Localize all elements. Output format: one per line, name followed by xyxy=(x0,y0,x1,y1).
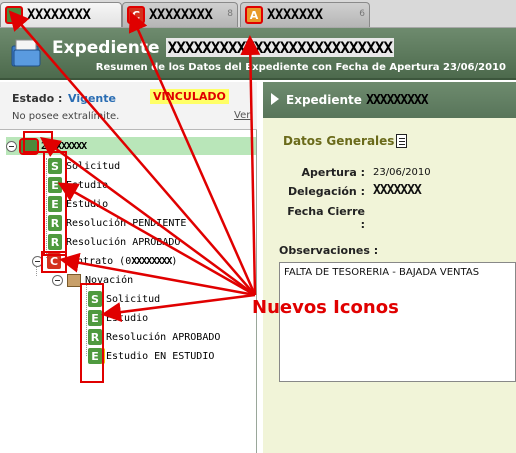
solicitud-s-icon: S xyxy=(88,291,102,307)
detail-title-label: Expediente xyxy=(286,93,362,107)
tree-root-label: 2XXXXXXXX xyxy=(41,140,87,152)
tree-item-label: Estudio xyxy=(66,198,109,210)
vinculado-badge: VINCULADO xyxy=(150,89,229,104)
annotation-label: Nuevos Iconos xyxy=(252,297,399,318)
tab-label: XXXXXXX xyxy=(267,7,323,23)
observaciones-field[interactable]: FALTA DE TESORERIA - BAJADA VENTAS xyxy=(279,262,516,382)
estudio-e-icon: E xyxy=(88,348,102,364)
estado-label: Estado : xyxy=(12,92,63,105)
observaciones-text: FALTA DE TESORERIA - BAJADA VENTAS xyxy=(284,267,480,278)
apertura-label: Apertura : xyxy=(301,166,365,179)
tree-item[interactable]: S Solicitud xyxy=(88,290,160,308)
page-subtitle: Resumen de los Datos del Expediente con … xyxy=(95,62,506,73)
expediente-tree: 2XXXXXXXX S Solicitud E Estudio E Estudi… xyxy=(0,136,257,453)
tab-label: XXXXXXXX xyxy=(27,7,91,23)
detail-panel: Expediente XXXXXXXXX Datos Generales Ape… xyxy=(263,82,516,453)
box-icon xyxy=(67,273,81,287)
arrow-right-icon xyxy=(271,93,279,105)
tree-item[interactable]: R Resolución APROBADO xyxy=(88,328,220,346)
folder-stack-icon xyxy=(11,39,41,67)
folder-icon xyxy=(19,137,39,155)
contract-c-icon: C xyxy=(127,6,145,24)
contrato-label: Contrato (0 xyxy=(65,255,132,267)
tree-item[interactable]: R Resolución PENDIENTE xyxy=(48,214,186,232)
tree-item-label: Estudio xyxy=(106,312,149,324)
tree-item-label: Resolución APROBADO xyxy=(66,236,181,248)
document-icon[interactable] xyxy=(396,134,407,148)
fecha-cierre-label: Fecha Cierre : xyxy=(287,205,365,231)
tree-item-label: Resolución PENDIENTE xyxy=(66,217,187,229)
tab-label: XXXXXXXX xyxy=(149,7,213,23)
observaciones-label: Observaciones : xyxy=(279,244,379,257)
estudio-e-icon: E xyxy=(88,310,102,326)
tree-item[interactable]: E Estudio xyxy=(88,309,148,327)
folder-icon xyxy=(5,6,23,24)
section-title: Datos Generales xyxy=(283,134,395,148)
alert-a-icon: A xyxy=(245,6,263,24)
detail-header: Expediente XXXXXXXXX xyxy=(263,82,516,118)
resolucion-r-icon: R xyxy=(48,234,62,250)
tab-expediente[interactable]: XXXXXXXX xyxy=(0,2,122,27)
tab-strip: XXXXXXXX C XXXXXXXX 8 A XXXXXXX 6 xyxy=(0,0,516,28)
tree-item[interactable]: E Estudio xyxy=(48,176,108,194)
tree-item-label: Resolución APROBADO xyxy=(106,331,221,343)
tree-item-label: Solicitud xyxy=(66,160,121,172)
tab-number: 6 xyxy=(359,9,365,19)
ver-link[interactable]: Ver xyxy=(234,110,250,121)
collapse-toggle-icon[interactable] xyxy=(32,255,43,267)
estudio-e-icon: E xyxy=(48,177,62,193)
resolucion-r-icon: R xyxy=(48,215,62,231)
resolucion-r-icon: R xyxy=(88,329,102,345)
solicitud-s-icon: S xyxy=(48,158,62,174)
tab-number: 8 xyxy=(227,9,233,19)
page-title: Expediente XXXXXXXXXXXXXXXXXXXXXXXXXX xyxy=(52,38,395,58)
detail-title-id: XXXXXXXXX xyxy=(366,93,428,108)
tree-item[interactable]: R Resolución APROBADO xyxy=(48,233,180,251)
tree-item-novacion[interactable]: Novación xyxy=(52,271,133,289)
collapse-toggle-icon[interactable] xyxy=(52,274,63,286)
tree-item[interactable]: E Estudio xyxy=(48,195,108,213)
estudio-e-icon: E xyxy=(48,196,62,212)
tree-item[interactable]: S Solicitud xyxy=(48,157,120,175)
contrato-c-icon: C xyxy=(47,253,61,269)
header-banner: Expediente XXXXXXXXXXXXXXXXXXXXXXXXXX Res… xyxy=(0,28,516,80)
expediente-id: XXXXXXXXXXXXXXXXXXXXXXXXXX xyxy=(165,38,395,57)
contrato-suffix: ) xyxy=(171,255,178,267)
detail-title: Expediente XXXXXXXXX xyxy=(286,93,429,108)
contrato-id: XXXXXXXX xyxy=(131,255,172,267)
tree-item-label: Estudio EN ESTUDIO xyxy=(106,350,215,362)
novacion-label: Novación xyxy=(85,274,134,286)
tree-item[interactable]: E Estudio EN ESTUDIO xyxy=(88,347,214,365)
delegacion-value: XXXXXXX xyxy=(373,183,422,198)
tree-item-contrato[interactable]: C Contrato (0 XXXXXXXX) xyxy=(32,252,177,270)
tab-alerta[interactable]: A XXXXXXX 6 xyxy=(240,2,370,27)
tree-item-label: Solicitud xyxy=(106,293,161,305)
page-title-label: Expediente xyxy=(52,38,160,58)
tree-item-label: Estudio xyxy=(66,179,109,191)
status-bar: Estado : Vigente VINCULADO No posee extr… xyxy=(0,82,257,130)
apertura-value: 23/06/2010 xyxy=(373,167,431,178)
estado-value: Vigente xyxy=(68,92,116,105)
limite-text: No posee extralímite. xyxy=(12,111,120,122)
tree-panel: Estado : Vigente VINCULADO No posee extr… xyxy=(0,82,257,453)
tab-contrato[interactable]: C XXXXXXXX 8 xyxy=(122,2,238,27)
delegacion-label: Delegación : xyxy=(287,185,365,198)
tree-root[interactable]: 2XXXXXXXX xyxy=(6,137,256,155)
collapse-toggle-icon[interactable] xyxy=(6,140,17,152)
